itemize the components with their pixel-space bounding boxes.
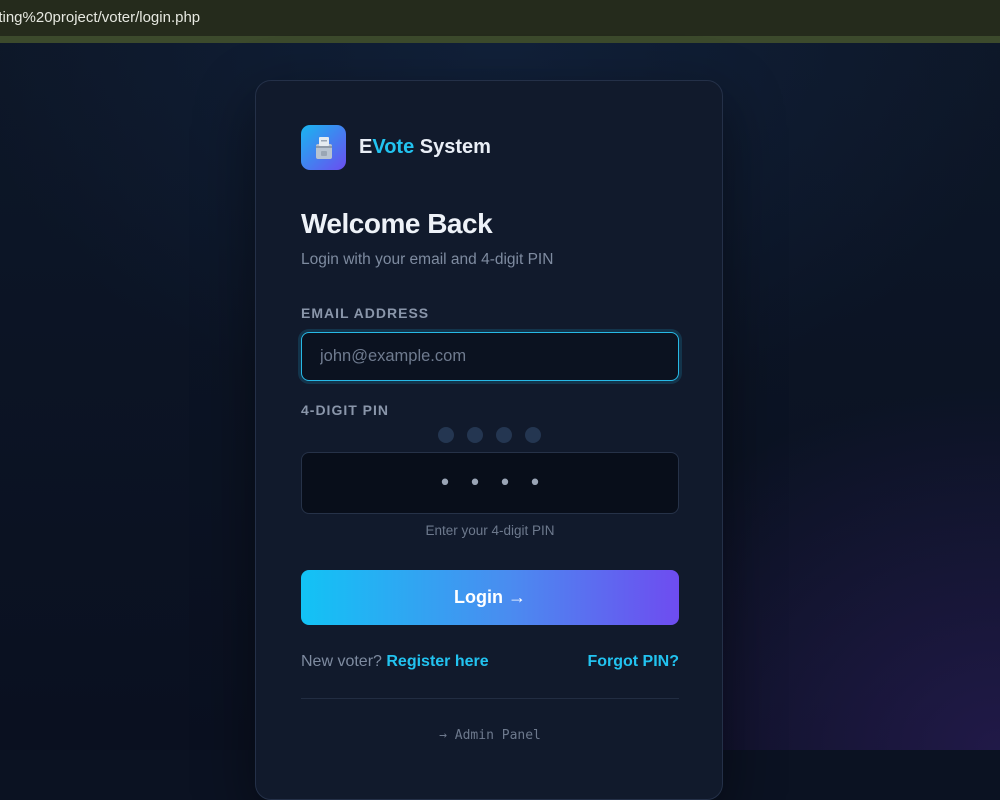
auth-links: New voter? Register here Forgot PIN? [301, 653, 679, 671]
pin-input[interactable]: •••• [301, 452, 679, 514]
page-background: EVote System Welcome Back Login with you… [0, 43, 1000, 800]
forgot-pin-link[interactable]: Forgot PIN? [587, 653, 679, 671]
login-card: EVote System Welcome Back Login with you… [255, 80, 723, 800]
page-subtitle: Login with your email and 4-digit PIN [301, 251, 554, 268]
brand-name-suffix: System [414, 136, 491, 158]
brand: EVote System [301, 125, 491, 170]
address-bar[interactable]: oting%20project/voter/login.php [0, 0, 1000, 36]
new-voter-text: New voter? [301, 653, 382, 670]
pin-dot [496, 427, 512, 443]
brand-name: EVote System [359, 136, 491, 159]
brand-name-prefix: E [359, 136, 373, 158]
admin-panel-link[interactable]: → Admin Panel [301, 728, 679, 743]
pin-mask: •••• [438, 470, 559, 496]
ballot-box-icon [301, 125, 346, 170]
pin-hint: Enter your 4-digit PIN [425, 523, 555, 538]
page-title: Welcome Back [301, 208, 493, 239]
login-button[interactable]: Login → [301, 570, 679, 625]
brand-name-accent: Vote [372, 136, 415, 158]
url-text: oting%20project/voter/login.php [0, 9, 201, 26]
pin-progress-dots [438, 427, 554, 443]
divider [301, 698, 679, 699]
register-prompt: New voter? Register here [301, 653, 489, 671]
pin-label: 4-DIGIT PIN [301, 402, 390, 418]
register-link[interactable]: Register here [386, 653, 488, 670]
email-label: EMAIL ADDRESS [301, 305, 430, 321]
email-input[interactable] [301, 332, 679, 381]
pin-dot [438, 427, 454, 443]
pin-dot [525, 427, 541, 443]
address-bar-border [0, 36, 1000, 43]
pin-dot [467, 427, 483, 443]
